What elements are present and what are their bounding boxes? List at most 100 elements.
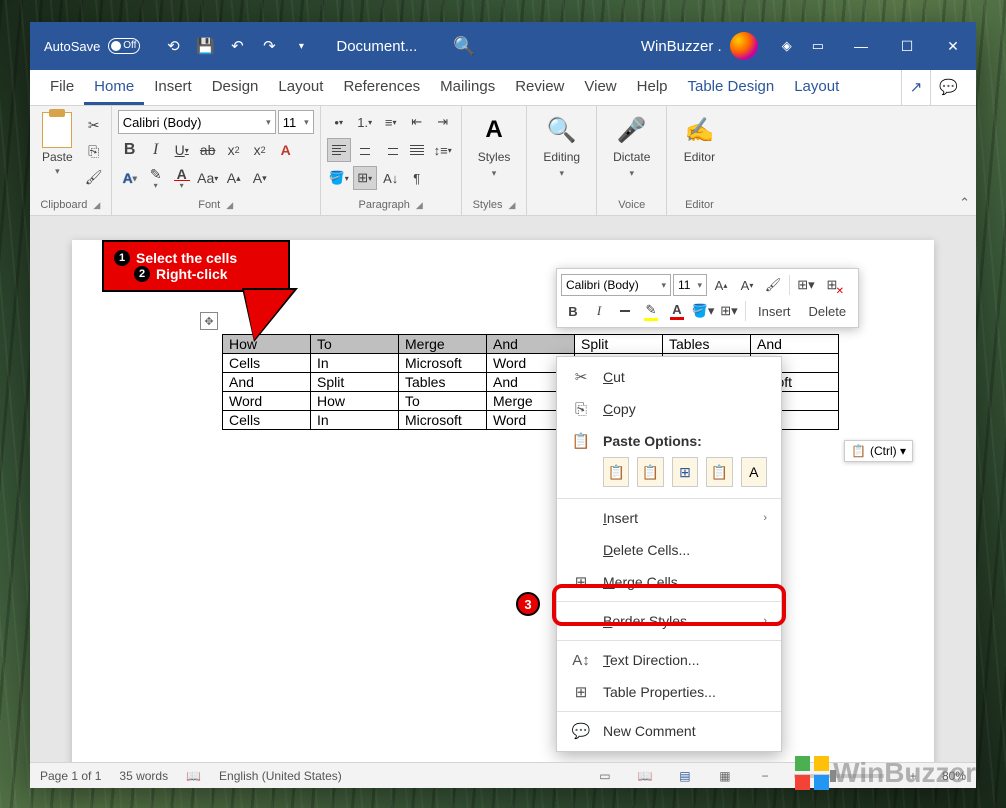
menu-insert[interactable]: Insert› xyxy=(557,502,781,534)
display-mode-icon[interactable]: ▭ xyxy=(812,38,824,54)
editing-button[interactable]: 🔍 Editing ▾ xyxy=(533,110,590,183)
mini-shrink-font-button[interactable]: A▾ xyxy=(735,273,759,297)
shrink-font-button[interactable]: A▾ xyxy=(248,166,272,190)
paste-text-only-icon[interactable]: A xyxy=(741,457,767,487)
autosave-toggle[interactable]: AutoSave Off xyxy=(30,38,154,54)
comments-icon[interactable]: 💬 xyxy=(930,70,966,105)
font-color-button[interactable]: A▾ xyxy=(170,166,194,190)
diamond-icon[interactable]: ◈ xyxy=(782,38,792,54)
zoom-slider[interactable] xyxy=(794,774,884,778)
bullets-button[interactable]: • ▾ xyxy=(327,110,351,134)
zoom-in-button[interactable]: + xyxy=(902,767,924,785)
font-name-select[interactable]: Calibri (Body)▾ xyxy=(118,110,276,134)
tab-design[interactable]: Design xyxy=(202,70,269,105)
paste-button[interactable]: Paste ▾ xyxy=(36,110,79,188)
tab-file[interactable]: File xyxy=(40,70,84,105)
decrease-indent-button[interactable]: ⇤ xyxy=(405,110,429,134)
web-layout-icon[interactable]: ▦ xyxy=(714,767,736,785)
text-effects-button[interactable]: A xyxy=(274,138,298,162)
mini-italic-button[interactable]: I xyxy=(587,299,611,323)
user-account[interactable]: WinBuzzer . xyxy=(631,32,768,60)
copy-icon[interactable]: ⎘ xyxy=(83,140,105,162)
align-left-button[interactable] xyxy=(327,138,351,162)
menu-new-comment[interactable]: 💬New Comment xyxy=(557,715,781,747)
shading-button[interactable]: 🪣 ▾ xyxy=(327,166,351,190)
paste-overwrite-icon[interactable]: 📋 xyxy=(706,457,732,487)
grow-font-button[interactable]: A▴ xyxy=(222,166,246,190)
tab-layout[interactable]: Layout xyxy=(268,70,333,105)
menu-copy[interactable]: ⎘Copy xyxy=(557,393,781,425)
editor-button[interactable]: ✍ Editor xyxy=(673,110,725,168)
maximize-button[interactable]: ☐ xyxy=(884,22,930,70)
align-center-button[interactable] xyxy=(353,138,377,162)
language-indicator[interactable]: English (United States) xyxy=(219,769,342,783)
font-launcher-icon[interactable]: ◢ xyxy=(226,200,233,211)
tab-home[interactable]: Home xyxy=(84,70,144,105)
zoom-out-button[interactable]: − xyxy=(754,767,776,785)
tab-review[interactable]: Review xyxy=(505,70,574,105)
tab-references[interactable]: References xyxy=(333,70,430,105)
mini-table-insert-icon[interactable]: ⊞▾ xyxy=(794,273,818,297)
mini-font-select[interactable]: Calibri (Body)▾ xyxy=(561,274,671,296)
table-move-handle-icon[interactable]: ✥ xyxy=(200,312,218,330)
qat-more-icon[interactable]: ▾ xyxy=(292,37,310,55)
undo-icon[interactable]: ↶ xyxy=(228,37,246,55)
menu-merge-cells[interactable]: ⊞Merge Cells xyxy=(557,566,781,598)
toggle-switch[interactable]: Off xyxy=(108,38,140,54)
zoom-level[interactable]: 80% xyxy=(942,769,966,783)
styles-launcher-icon[interactable]: ◢ xyxy=(509,200,516,211)
sort-button[interactable]: A↓ xyxy=(379,166,403,190)
document-area[interactable]: 1Select the cells 2Right-click ✥ How To … xyxy=(30,216,976,762)
save-icon[interactable]: 💾 xyxy=(196,37,214,55)
tab-mailings[interactable]: Mailings xyxy=(430,70,505,105)
read-mode-icon[interactable]: 📖 xyxy=(634,767,656,785)
paragraph-launcher-icon[interactable]: ◢ xyxy=(416,200,423,211)
highlight-button[interactable]: ✎▾ xyxy=(144,166,168,190)
menu-table-properties[interactable]: ⊞Table Properties... xyxy=(557,676,781,708)
align-right-button[interactable] xyxy=(379,138,403,162)
mini-grow-font-button[interactable]: A▴ xyxy=(709,273,733,297)
close-button[interactable]: ✕ xyxy=(930,22,976,70)
numbering-button[interactable]: 1. ▾ xyxy=(353,110,377,134)
italic-button[interactable]: I xyxy=(144,138,168,162)
mini-shading-button[interactable]: 🪣▾ xyxy=(691,299,715,323)
paste-keep-source-icon[interactable]: 📋 xyxy=(603,457,629,487)
paste-merge-icon[interactable]: 📋 xyxy=(637,457,663,487)
format-painter-icon[interactable]: 🖌 xyxy=(83,166,105,188)
collapse-ribbon-icon[interactable]: ⌃ xyxy=(959,195,970,211)
tab-table-layout[interactable]: Layout xyxy=(784,70,849,105)
change-case-button[interactable]: Aa ▾ xyxy=(196,166,220,190)
redo-icon[interactable]: ↷ xyxy=(260,37,278,55)
mini-delete-button[interactable]: Delete xyxy=(801,299,855,323)
document-title[interactable]: Document... xyxy=(320,38,433,55)
mini-highlight-button[interactable]: ✎ xyxy=(639,299,663,323)
font-glow-button[interactable]: A ▾ xyxy=(118,166,142,190)
underline-button[interactable]: U ▾ xyxy=(170,138,194,162)
print-layout-icon[interactable]: ▤ xyxy=(674,767,696,785)
paste-smart-tag[interactable]: 📋 (Ctrl) ▾ xyxy=(844,440,913,462)
show-marks-button[interactable]: ¶ xyxy=(405,166,429,190)
mini-size-select[interactable]: 11▾ xyxy=(673,274,707,296)
tab-view[interactable]: View xyxy=(574,70,626,105)
superscript-button[interactable]: x2 xyxy=(248,138,272,162)
line-spacing-button[interactable]: ↕≡ ▾ xyxy=(431,138,455,162)
search-icon[interactable]: 🔍 xyxy=(433,36,495,57)
page-indicator[interactable]: Page 1 of 1 xyxy=(40,769,101,783)
mini-borders-button[interactable]: ⊞▾ xyxy=(717,299,741,323)
clipboard-launcher-icon[interactable]: ◢ xyxy=(93,200,100,211)
menu-delete-cells[interactable]: Delete Cells... xyxy=(557,534,781,566)
styles-button[interactable]: A Styles ▾ xyxy=(468,110,521,183)
menu-text-direction[interactable]: A↕Text Direction... xyxy=(557,644,781,676)
mini-table-delete-icon[interactable]: ⊞✕ xyxy=(820,273,844,297)
share-icon[interactable]: ↗ xyxy=(901,70,931,105)
mini-align-button[interactable] xyxy=(613,299,637,323)
mini-insert-button[interactable]: Insert xyxy=(750,299,799,323)
focus-mode-icon[interactable]: ▭ xyxy=(594,767,616,785)
mini-format-painter-icon[interactable]: 🖌 xyxy=(761,273,785,297)
cut-icon[interactable]: ✂ xyxy=(83,114,105,136)
tab-help[interactable]: Help xyxy=(627,70,678,105)
spell-check-icon[interactable]: 📖 xyxy=(186,769,201,783)
word-count[interactable]: 35 words xyxy=(119,769,168,783)
dictate-button[interactable]: 🎤 Dictate ▾ xyxy=(603,110,660,183)
paste-nest-table-icon[interactable]: ⊞ xyxy=(672,457,698,487)
